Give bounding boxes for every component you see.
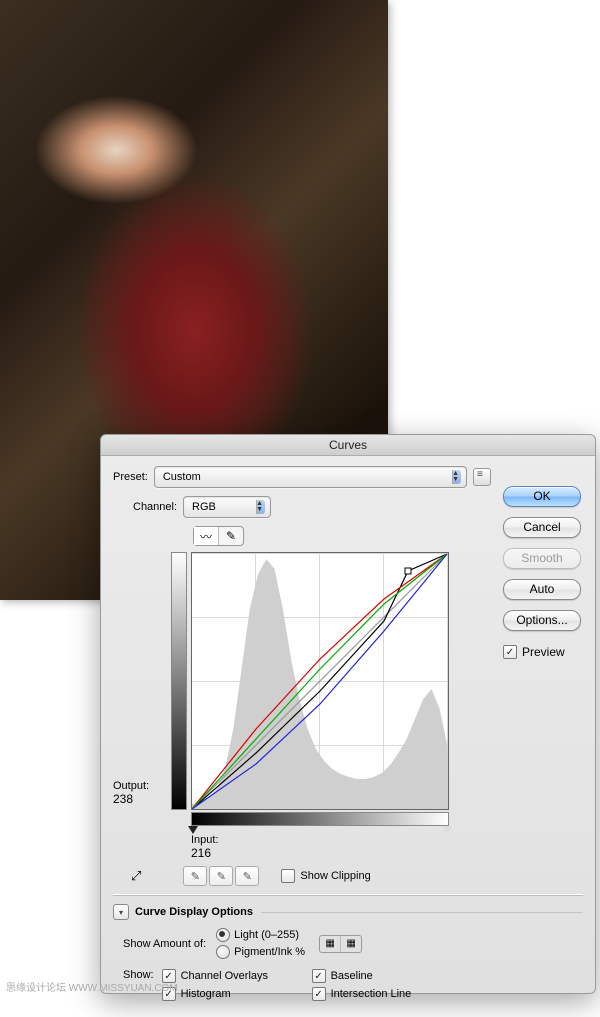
preset-label: Preset: (113, 471, 148, 483)
input-value: 216 (191, 846, 583, 860)
curves-overlay (192, 553, 448, 809)
ok-button[interactable]: OK (503, 486, 581, 507)
channel-select[interactable]: RGB ▲▼ (183, 496, 271, 518)
curves-graph[interactable] (191, 552, 449, 810)
black-point-slider[interactable] (188, 826, 198, 834)
cancel-button[interactable]: Cancel (503, 517, 581, 538)
channel-label: Channel: (133, 501, 177, 513)
output-gradient (171, 552, 187, 810)
white-eyedropper-icon[interactable]: ✎ (235, 866, 259, 886)
channel-value: RGB (192, 501, 216, 513)
curve-display-heading: Curve Display Options (135, 906, 253, 918)
preset-menu-icon[interactable] (473, 468, 491, 486)
watermark-text: 思缘设计论坛 WWW.MISSYUAN.COM (6, 979, 178, 994)
output-value: 238 (113, 792, 133, 806)
smooth-button[interactable]: Smooth (503, 548, 581, 569)
options-button[interactable]: Options... (503, 610, 581, 631)
show-clipping-checkbox[interactable]: Show Clipping (281, 869, 370, 883)
preset-value: Custom (163, 471, 201, 483)
curve-point-tool-icon[interactable]: 〰 (194, 527, 219, 545)
hand-tool-icon[interactable]: ⤢ (131, 868, 141, 884)
output-label: Output: (113, 780, 149, 792)
show-amount-label: Show Amount of: (123, 938, 206, 950)
intersection-line-checkbox[interactable]: ✓Intersection Line (312, 987, 462, 1001)
pigment-radio[interactable]: Pigment/Ink % (216, 945, 305, 959)
baseline-checkbox[interactable]: ✓Baseline (312, 969, 462, 983)
gray-eyedropper-icon[interactable]: ✎ (209, 866, 233, 886)
white-point-slider[interactable] (442, 826, 452, 834)
preview-checkbox[interactable]: ✓Preview (503, 645, 581, 659)
dialog-title: Curves (101, 435, 595, 456)
black-eyedropper-icon[interactable]: ✎ (183, 866, 207, 886)
input-label: Input: (191, 834, 583, 846)
channel-overlays-checkbox[interactable]: ✓Channel Overlays (162, 969, 312, 983)
curve-tool-toggle[interactable]: 〰 ✎ (193, 526, 244, 546)
preset-select[interactable]: Custom ▲▼ (154, 466, 467, 488)
light-radio[interactable]: Light (0–255) (216, 928, 305, 942)
curves-dialog: Curves Preset: Custom ▲▼ Channel: RGB ▲▼… (100, 434, 596, 994)
input-gradient[interactable] (191, 812, 449, 826)
disclosure-triangle-icon[interactable]: ▾ (113, 904, 129, 920)
grid-size-toggle[interactable]: ▦▦ (319, 935, 362, 953)
auto-button[interactable]: Auto (503, 579, 581, 600)
histogram-checkbox[interactable]: ✓Histogram (162, 987, 312, 1001)
curve-pencil-tool-icon[interactable]: ✎ (219, 527, 243, 545)
